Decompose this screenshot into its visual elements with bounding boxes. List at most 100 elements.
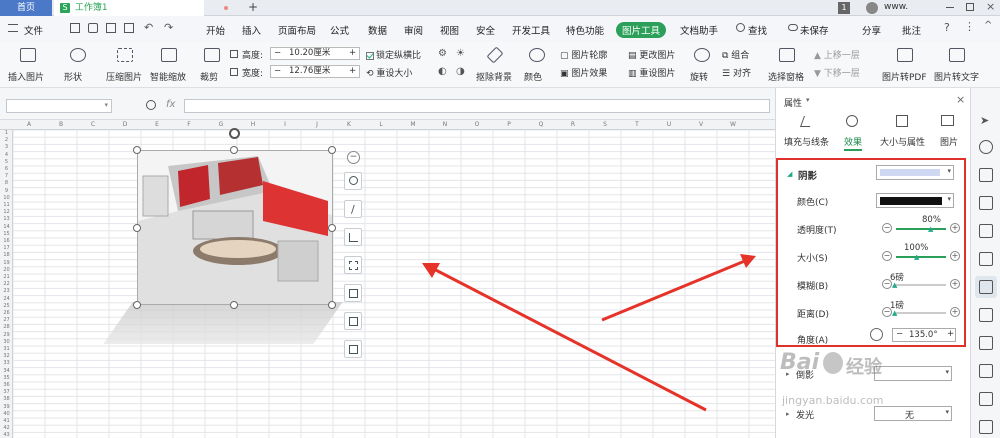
expand-triangle-icon[interactable]: ◢ <box>787 170 792 178</box>
save-icon[interactable] <box>70 23 80 33</box>
tab-effect[interactable]: 效果 <box>844 135 863 151</box>
shapes-icon[interactable] <box>979 140 993 154</box>
cutout-tool[interactable]: / <box>344 200 362 218</box>
width-decrement[interactable]: − <box>274 66 281 77</box>
row-header-cell[interactable]: 4 <box>0 152 13 159</box>
row-header-cell[interactable]: 20 <box>0 267 13 274</box>
size-increment[interactable]: + <box>950 251 960 261</box>
translate-icon[interactable] <box>979 420 993 434</box>
undo-icon[interactable]: ↶ <box>144 21 153 34</box>
row-header-cell[interactable]: 29 <box>0 332 13 339</box>
name-box[interactable]: ▾ <box>6 99 112 113</box>
row-header-cell[interactable]: 17 <box>0 245 13 252</box>
new-tab-button[interactable]: + <box>248 0 258 14</box>
slider-thumb-icon[interactable]: ▲ <box>928 225 933 233</box>
angle-dial-icon[interactable] <box>870 328 883 341</box>
row-header-cell[interactable]: 1 <box>0 130 13 137</box>
height-input[interactable]: − 10.20厘米 + <box>270 47 360 60</box>
column-header-cell[interactable]: U <box>653 120 685 130</box>
collapse-ribbon-icon[interactable]: ^ <box>984 20 992 31</box>
shadow-section-title[interactable]: 阴影 <box>798 168 817 182</box>
row-header-cell[interactable]: 32 <box>0 353 13 360</box>
menu-review[interactable]: 审阅 <box>404 23 423 37</box>
layout-tool[interactable] <box>344 340 362 358</box>
picture-effect-tool[interactable] <box>344 284 362 302</box>
picture-to-pdf-button[interactable]: 图片转PDF <box>880 46 930 84</box>
adjust-icon[interactable]: ⚙ <box>438 48 447 59</box>
export-icon[interactable] <box>979 364 993 378</box>
fx-icon[interactable]: fx <box>166 99 175 110</box>
row-header-cell[interactable]: 37 <box>0 389 13 396</box>
row-header-cell[interactable]: 43 <box>0 432 13 438</box>
chart-icon[interactable] <box>979 252 993 266</box>
distance-slider[interactable] <box>896 312 946 314</box>
row-header-cell[interactable]: 27 <box>0 317 13 324</box>
menu-page-layout[interactable]: 页面布局 <box>278 23 316 37</box>
column-header-cell[interactable]: M <box>397 120 429 130</box>
column-header-cell[interactable]: Q <box>525 120 557 130</box>
table-icon[interactable] <box>979 196 993 210</box>
contrast-icon[interactable]: ◐ <box>438 66 447 77</box>
angle-decrement[interactable]: − <box>896 329 903 339</box>
menu-formula[interactable]: 公式 <box>330 23 349 37</box>
column-header-cell[interactable]: D <box>109 120 141 130</box>
rotate-handle-icon[interactable] <box>229 128 240 139</box>
pane-title[interactable]: 属性 <box>784 96 802 109</box>
align-button[interactable]: ☰ 对齐 <box>722 66 751 79</box>
column-header-cell[interactable]: E <box>141 120 173 130</box>
distance-increment[interactable]: + <box>950 307 960 317</box>
row-header-cell[interactable]: 28 <box>0 324 13 331</box>
row-header-cell[interactable]: 41 <box>0 418 13 425</box>
user-name[interactable]: www. <box>884 2 908 12</box>
transparency-slider[interactable] <box>896 228 946 230</box>
resize-handle[interactable] <box>230 301 238 309</box>
zoom-icon[interactable] <box>146 100 156 110</box>
column-header-cell[interactable]: K <box>333 120 365 130</box>
share-button[interactable]: 分享 <box>862 23 881 37</box>
compress-picture-button[interactable]: 压缩图片 <box>104 46 146 84</box>
row-header-cell[interactable]: 31 <box>0 346 13 353</box>
zoom-in-tool[interactable] <box>344 172 362 190</box>
size-slider[interactable] <box>896 256 946 258</box>
angle-increment[interactable]: + <box>947 329 954 339</box>
reset-picture-button[interactable]: ▥ 重设图片 <box>628 66 675 79</box>
avatar[interactable] <box>866 2 878 14</box>
column-header-cell[interactable]: A <box>13 120 45 130</box>
comment-button[interactable]: 批注 <box>902 23 921 37</box>
row-header-cell[interactable]: 9 <box>0 188 13 195</box>
sharpen-icon[interactable]: ◑ <box>456 66 465 77</box>
transparency-decrement[interactable]: − <box>882 223 892 233</box>
width-input[interactable]: − 12.76厘米 + <box>270 65 360 78</box>
row-header-cell[interactable]: 13 <box>0 216 13 223</box>
image-icon[interactable] <box>979 392 993 406</box>
rotate-button[interactable]: 旋转 <box>688 46 716 84</box>
column-header-cell[interactable]: R <box>557 120 589 130</box>
column-header-cell[interactable]: N <box>429 120 461 130</box>
row-header-cell[interactable]: 12 <box>0 209 13 216</box>
menu-features[interactable]: 特色功能 <box>566 23 604 37</box>
tab-picture[interactable]: 图片 <box>940 135 958 148</box>
blur-increment[interactable]: + <box>950 279 960 289</box>
copy-icon[interactable] <box>979 336 993 350</box>
row-header-cell[interactable]: 21 <box>0 274 13 281</box>
row-header-cell[interactable]: 2 <box>0 137 13 144</box>
column-header-cell[interactable]: O <box>461 120 493 130</box>
row-header-cell[interactable]: 40 <box>0 411 13 418</box>
move-down-button[interactable]: ▼ 下移一层 <box>814 66 860 79</box>
height-decrement[interactable]: − <box>274 48 281 59</box>
menu-picture-tools[interactable]: 图片工具 <box>616 22 667 38</box>
store-picture[interactable] <box>137 150 333 305</box>
row-header-cell[interactable]: 36 <box>0 382 13 389</box>
row-header-cell[interactable]: 6 <box>0 166 13 173</box>
row-header-cell[interactable]: 15 <box>0 231 13 238</box>
column-header-cell[interactable]: V <box>685 120 717 130</box>
resize-handle[interactable] <box>133 224 141 232</box>
brightness-icon[interactable]: ☀ <box>456 48 465 59</box>
row-header-cell[interactable]: 22 <box>0 281 13 288</box>
move-up-button[interactable]: ▲ 上移一层 <box>814 48 860 61</box>
cursor-icon[interactable]: ➤ <box>980 114 989 127</box>
picture-outline-button[interactable]: ▢ 图片轮廓 <box>560 48 607 61</box>
remove-background-button[interactable]: 抠除背景 <box>476 46 520 84</box>
print-icon[interactable] <box>106 23 116 33</box>
column-header-cell[interactable]: P <box>493 120 525 130</box>
